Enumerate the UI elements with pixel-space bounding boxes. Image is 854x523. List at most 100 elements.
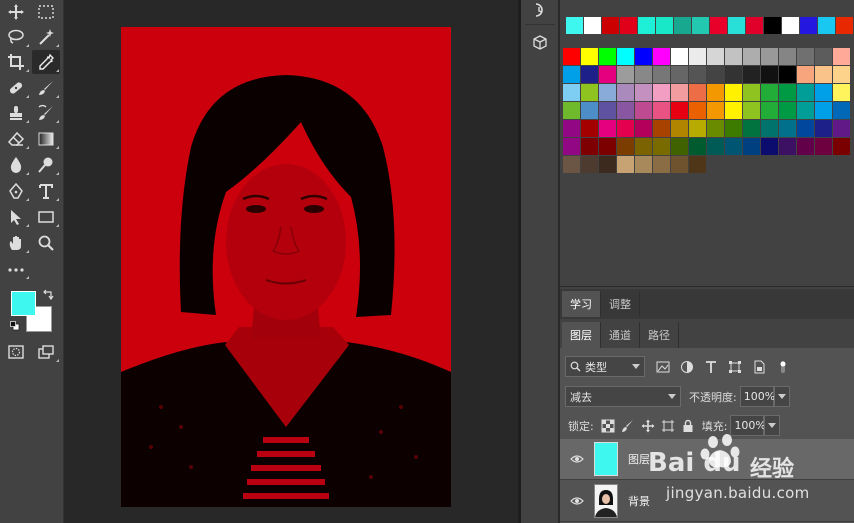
color-swatch[interactable] [617,138,634,155]
color-swatch[interactable] [707,84,724,101]
blend-mode-select[interactable]: 减去 [565,386,681,407]
quick-mask-icon[interactable] [2,340,30,364]
filter-type-icon[interactable] [701,357,721,377]
color-swatch[interactable] [728,17,745,34]
color-swatch[interactable] [761,66,778,83]
color-swatch[interactable] [563,120,580,137]
zoom-tool-icon[interactable] [32,231,60,255]
color-swatch[interactable] [671,156,688,173]
color-swatch[interactable] [779,84,796,101]
color-swatch[interactable] [563,66,580,83]
color-swatch[interactable] [707,102,724,119]
color-swatch[interactable] [833,66,850,83]
color-swatch[interactable] [797,48,814,65]
color-swatch[interactable] [653,66,670,83]
lasso-tool-icon[interactable] [2,25,30,49]
color-swatch[interactable] [761,48,778,65]
filter-pixel-icon[interactable] [653,357,673,377]
color-swatch[interactable] [566,17,583,34]
color-swatch[interactable] [563,84,580,101]
color-swatch[interactable] [743,66,760,83]
eyedropper-tool-icon[interactable] [32,50,60,74]
color-swatch[interactable] [707,66,724,83]
color-swatch[interactable] [617,66,634,83]
color-swatch[interactable] [599,120,616,137]
color-swatch[interactable] [617,120,634,137]
color-swatch[interactable] [761,84,778,101]
color-swatch[interactable] [689,48,706,65]
color-swatch[interactable] [725,84,742,101]
color-swatch[interactable] [635,84,652,101]
color-swatch[interactable] [599,84,616,101]
color-swatch[interactable] [797,66,814,83]
color-swatch[interactable] [617,84,634,101]
color-swatch[interactable] [779,138,796,155]
color-swatch[interactable] [617,48,634,65]
color-swatch[interactable] [689,102,706,119]
color-swatch[interactable] [602,17,619,34]
color-swatch[interactable] [707,48,724,65]
color-swatch[interactable] [599,138,616,155]
color-swatch[interactable] [674,17,691,34]
color-swatch[interactable] [797,138,814,155]
color-swatch[interactable] [599,102,616,119]
color-swatch[interactable] [779,66,796,83]
color-swatch[interactable] [782,17,799,34]
foreground-color-swatch[interactable] [11,291,36,316]
color-swatch[interactable] [671,102,688,119]
color-swatch[interactable] [599,156,616,173]
lock-image-pixels-icon[interactable] [618,416,638,436]
screen-mode-icon[interactable] [32,340,60,364]
history-panel-icon[interactable] [530,0,550,20]
color-swatch[interactable] [746,17,763,34]
color-swatch[interactable] [563,138,580,155]
tab-learn[interactable]: 学习 [562,291,601,317]
color-swatch[interactable] [689,66,706,83]
color-swatch[interactable] [653,84,670,101]
color-swatch[interactable] [761,138,778,155]
color-swatch[interactable] [584,17,601,34]
color-swatch[interactable] [707,120,724,137]
color-swatch[interactable] [653,120,670,137]
document-canvas[interactable] [65,0,518,523]
color-swatch[interactable] [581,66,598,83]
color-swatch[interactable] [563,48,580,65]
lock-transparent-pixels-icon[interactable] [598,416,618,436]
color-swatch[interactable] [635,66,652,83]
move-tool-icon[interactable] [2,0,30,24]
lock-all-icon[interactable] [678,416,698,436]
color-swatch[interactable] [797,120,814,137]
path-selection-tool-icon[interactable] [2,205,30,229]
color-swatch[interactable] [563,156,580,173]
color-swatch[interactable] [689,138,706,155]
swap-colors-icon[interactable] [42,289,54,301]
color-swatch[interactable] [761,102,778,119]
opacity-input[interactable]: 100% [739,386,775,407]
color-swatch[interactable] [653,48,670,65]
marquee-tool-icon[interactable] [32,0,60,24]
layer-name[interactable]: 背景 [628,493,650,509]
color-swatch[interactable] [617,102,634,119]
color-swatch[interactable] [707,138,724,155]
color-swatch[interactable] [599,48,616,65]
color-swatch[interactable] [581,48,598,65]
visibility-eye-icon[interactable] [560,496,594,506]
fill-dropdown[interactable] [764,415,781,436]
filter-shape-icon[interactable] [725,357,745,377]
color-swatch[interactable] [638,17,655,34]
brush-tool-icon[interactable] [32,76,60,100]
default-colors-icon[interactable] [10,321,20,331]
color-swatch[interactable] [635,156,652,173]
color-swatch[interactable] [635,102,652,119]
filter-smart-object-icon[interactable] [749,357,769,377]
tab-paths[interactable]: 路径 [640,322,679,348]
rectangle-tool-icon[interactable] [32,205,60,229]
color-swatch[interactable] [764,17,781,34]
color-swatch[interactable] [743,120,760,137]
color-swatch[interactable] [635,120,652,137]
color-swatch[interactable] [833,84,850,101]
lock-artboard-icon[interactable] [658,416,678,436]
3d-panel-icon[interactable] [530,33,550,53]
color-swatch[interactable] [815,138,832,155]
color-swatch[interactable] [743,48,760,65]
